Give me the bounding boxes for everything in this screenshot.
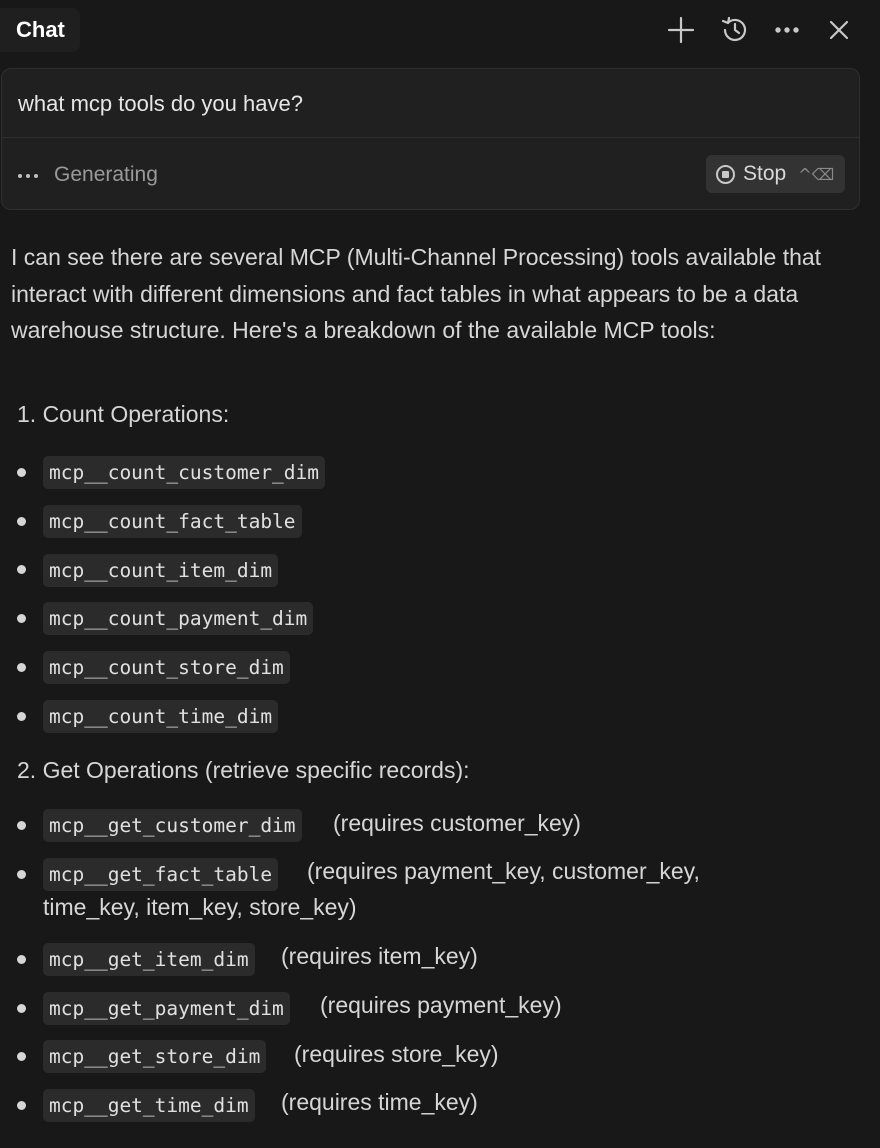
chat-header: Chat <box>0 0 880 64</box>
bullet <box>17 955 26 964</box>
bullet <box>17 712 26 721</box>
generating-status: Generating <box>54 163 158 186</box>
bullet <box>17 565 26 574</box>
section-heading-count: 1. Count Operations: <box>17 401 230 427</box>
loading-dots-icon <box>18 170 42 182</box>
code-snippet: mcp__count_fact_table <box>43 505 302 538</box>
param-note: (requires payment_key) <box>320 992 562 1018</box>
code-snippet: mcp__get_fact_table <box>43 858 279 891</box>
bullet <box>17 468 26 477</box>
code-snippet: mcp__count_time_dim <box>43 700 279 733</box>
stop-icon <box>716 164 735 184</box>
more-icon[interactable] <box>769 12 805 48</box>
bullet <box>17 870 26 879</box>
response-intro: I can see there are several MCP (Multi-C… <box>11 244 822 343</box>
bullet <box>17 1052 26 1061</box>
code-snippet: mcp__count_customer_dim <box>43 456 326 489</box>
bullet <box>17 663 26 672</box>
code-snippet: mcp__count_item_dim <box>43 554 279 587</box>
plus-icon[interactable] <box>663 12 699 48</box>
close-icon[interactable] <box>821 12 857 48</box>
param-note-continued: time_key, item_key, store_key) <box>43 894 357 920</box>
tab-chat[interactable]: Chat <box>0 8 80 52</box>
param-note: (requires item_key) <box>281 943 478 969</box>
code-snippet: mcp__get_customer_dim <box>43 809 302 842</box>
stop-button[interactable]: Stop ^⌫ <box>706 155 845 193</box>
code-snippet: mcp__get_time_dim <box>43 1089 255 1122</box>
code-snippet: mcp__count_store_dim <box>43 651 290 684</box>
param-note: (requires time_key) <box>281 1089 478 1115</box>
chat-input-box[interactable]: what mcp tools do you have? Generating S… <box>1 68 860 210</box>
input-divider <box>2 137 859 138</box>
param-note: (requires store_key) <box>294 1041 499 1067</box>
code-snippet: mcp__get_store_dim <box>43 1040 267 1073</box>
code-snippet: mcp__get_item_dim <box>43 943 255 976</box>
bullet <box>17 614 26 623</box>
code-snippet: mcp__count_payment_dim <box>43 602 314 635</box>
bullet <box>17 1101 26 1110</box>
bullet <box>17 517 26 526</box>
param-note: (requires payment_key, customer_key, <box>307 858 700 884</box>
bullet <box>17 821 26 830</box>
user-query: what mcp tools do you have? <box>18 91 303 116</box>
stop-label: Stop <box>743 162 787 185</box>
param-note: (requires customer_key) <box>333 810 581 836</box>
code-snippet: mcp__get_payment_dim <box>43 992 290 1025</box>
bullet <box>17 1004 26 1013</box>
section-heading-get: 2. Get Operations (retrieve specific rec… <box>17 757 470 783</box>
stop-shortcut: ^⌫ <box>798 164 835 184</box>
history-icon[interactable] <box>717 12 753 48</box>
